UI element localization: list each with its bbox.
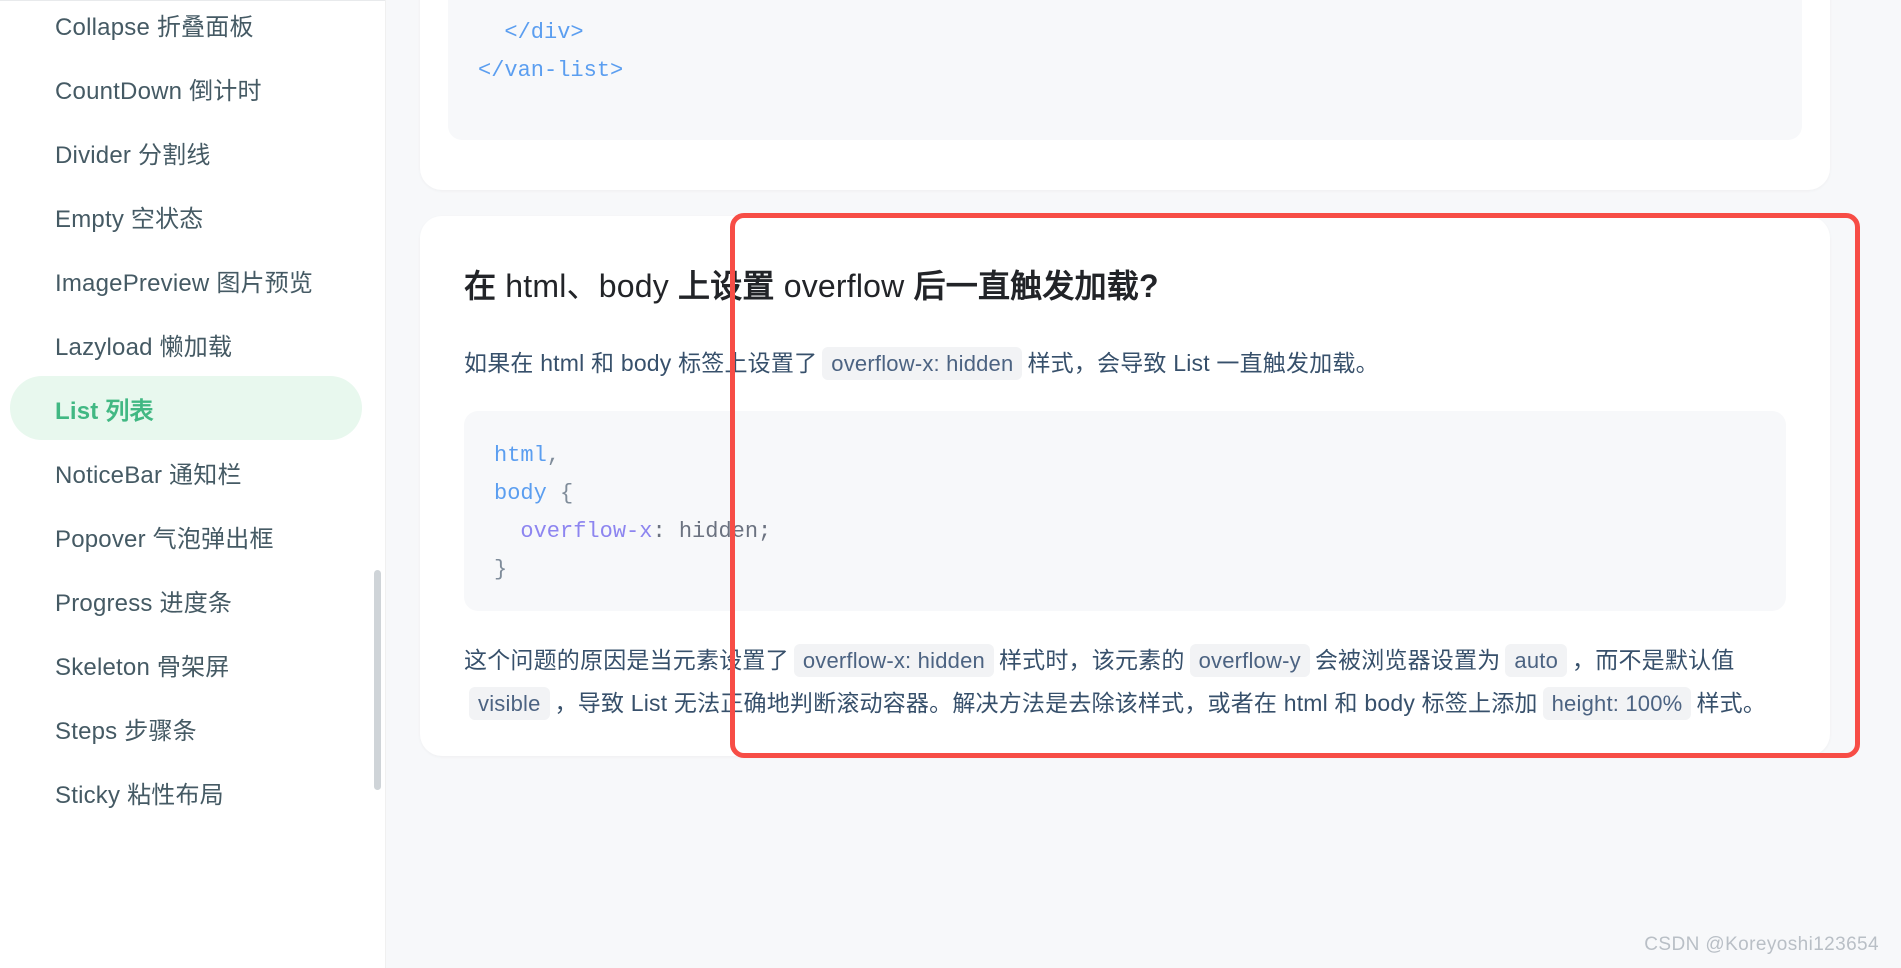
page-title: 在 html、body 上设置 overflow 后一直触发加载? bbox=[464, 264, 1786, 308]
sidebar-item-label: CountDown 倒计时 bbox=[55, 77, 262, 105]
faq-paragraph-2: 这个问题的原因是当元素设置了 overflow-x: hidden 样式时，该元素的… bbox=[464, 639, 1786, 725]
paragraph-2-text-a: 这个问题的原因是当元素设置了 bbox=[464, 647, 789, 673]
faq-card: 在 html、body 上设置 overflow 后一直触发加载? 如果在 ht… bbox=[420, 216, 1830, 756]
paragraph-2-text-d: ，而不是默认值 bbox=[1572, 647, 1735, 673]
inline-code-auto: auto bbox=[1505, 644, 1568, 677]
sidebar-item-label: ImagePreview 图片预览 bbox=[55, 269, 314, 297]
sidebar-items-container: Collapse 折叠面板 CountDown 倒计时 Divider 分割线 … bbox=[0, 0, 385, 824]
paragraph-2-text-e: ，导致 List 无法正确地判断滚动容器。解决方法是去除该样式，或者在 html… bbox=[554, 690, 1538, 716]
sidebar-item-label: Empty 空状态 bbox=[55, 205, 204, 233]
sidebar-scrollbar[interactable] bbox=[374, 570, 381, 790]
paragraph-2-text-c: 会被浏览器设置为 bbox=[1314, 647, 1501, 673]
css-brace-open: { bbox=[546, 481, 574, 506]
sidebar-item-label: Divider 分割线 bbox=[55, 141, 211, 169]
paragraph-1-text-b: 样式，会导致 List 一直触发加载。 bbox=[1027, 350, 1379, 376]
code-token-selfclose: /> bbox=[834, 0, 874, 7]
code-token-tag-open: <div bbox=[531, 0, 584, 7]
sidebar-item-divider[interactable]: Divider 分割线 bbox=[10, 120, 362, 184]
code-sample-card: <div class="float-item" /> </div> </van-… bbox=[420, 0, 1830, 190]
sidebar-item-collapse[interactable]: Collapse 折叠面板 bbox=[10, 0, 362, 56]
heading-part-5: 后一直触发加载? bbox=[913, 268, 1159, 304]
inline-code-overflow-x-hidden-2: overflow-x: hidden bbox=[793, 644, 994, 677]
inline-code-overflow-y: overflow-y bbox=[1189, 644, 1310, 677]
sidebar-item-steps[interactable]: Steps 步骤条 bbox=[10, 696, 362, 760]
sidebar-item-label: Steps 步骤条 bbox=[55, 717, 197, 745]
sidebar-item-noticebar[interactable]: NoticeBar 通知栏 bbox=[10, 440, 362, 504]
paragraph-1-text-a: 如果在 html 和 body 标签上设置了 bbox=[464, 350, 818, 376]
sidebar-item-label: NoticeBar 通知栏 bbox=[55, 461, 242, 489]
css-selector-body: body bbox=[494, 481, 547, 506]
css-property-overflow-x: overflow-x bbox=[494, 519, 653, 544]
inline-code-overflow-x-hidden: overflow-x: hidden bbox=[822, 347, 1023, 380]
sidebar-item-lazyload[interactable]: Lazyload 懒加载 bbox=[10, 312, 362, 376]
sidebar-item-list[interactable]: List 列表 bbox=[10, 376, 362, 440]
heading-part-2: html、body bbox=[496, 268, 679, 304]
paragraph-2-text-b: 样式时，该元素的 bbox=[998, 647, 1185, 673]
sidebar-item-label: Progress 进度条 bbox=[55, 589, 233, 617]
sidebar-item-skeleton[interactable]: Skeleton 骨架屏 bbox=[10, 632, 362, 696]
page-root: Collapse 折叠面板 CountDown 倒计时 Divider 分割线 … bbox=[0, 0, 1901, 968]
heading-part-4: overflow bbox=[774, 268, 914, 304]
css-brace-close: } bbox=[494, 557, 508, 582]
code-token-div-close: </div> bbox=[478, 20, 584, 45]
sidebar-item-label: Sticky 粘性布局 bbox=[55, 781, 224, 809]
css-comma: , bbox=[546, 443, 561, 468]
main-content: <div class="float-item" /> </div> </van-… bbox=[386, 0, 1901, 968]
sidebar-item-imagepreview[interactable]: ImagePreview 图片预览 bbox=[10, 248, 362, 312]
sidebar-item-label: Skeleton 骨架屏 bbox=[55, 653, 230, 681]
faq-paragraph-1: 如果在 html 和 body 标签上设置了 overflow-x: hidden… bbox=[464, 342, 1786, 385]
css-selector-html: html bbox=[494, 443, 547, 468]
heading-part-3: 上设置 bbox=[678, 268, 775, 304]
css-value-hidden: : hidden; bbox=[652, 519, 772, 544]
sidebar-item-label: List 列表 bbox=[55, 397, 154, 425]
code-token-vanlist-close: </van-list> bbox=[478, 58, 624, 83]
code-token-string: "float-item" bbox=[676, 0, 834, 7]
code-block-van-list: <div class="float-item" /> </div> </van-… bbox=[448, 0, 1802, 140]
sidebar-item-label: Popover 气泡弹出框 bbox=[55, 525, 274, 553]
watermark-label: CSDN @Koreyoshi123654 bbox=[1644, 934, 1879, 955]
sidebar-item-label: Lazyload 懒加载 bbox=[55, 333, 233, 361]
sidebar-nav[interactable]: Collapse 折叠面板 CountDown 倒计时 Divider 分割线 … bbox=[0, 0, 386, 968]
heading-part-1: 在 bbox=[464, 268, 497, 304]
sidebar-item-empty[interactable]: Empty 空状态 bbox=[10, 184, 362, 248]
sidebar-item-countdown[interactable]: CountDown 倒计时 bbox=[10, 56, 362, 120]
sidebar-item-label: Collapse 折叠面板 bbox=[55, 13, 254, 41]
code-token-attr: class= bbox=[584, 0, 676, 7]
paragraph-2-text-f: 样式。 bbox=[1696, 690, 1767, 716]
code-block-css-overflow: html, body { overflow-x: hidden;} bbox=[464, 411, 1786, 611]
sidebar-item-sticky[interactable]: Sticky 粘性布局 bbox=[10, 760, 362, 824]
sidebar-item-popover[interactable]: Popover 气泡弹出框 bbox=[10, 504, 362, 568]
inline-code-visible: visible bbox=[469, 687, 550, 720]
inline-code-height-100: height: 100% bbox=[1542, 687, 1692, 720]
sidebar-item-progress[interactable]: Progress 进度条 bbox=[10, 568, 362, 632]
